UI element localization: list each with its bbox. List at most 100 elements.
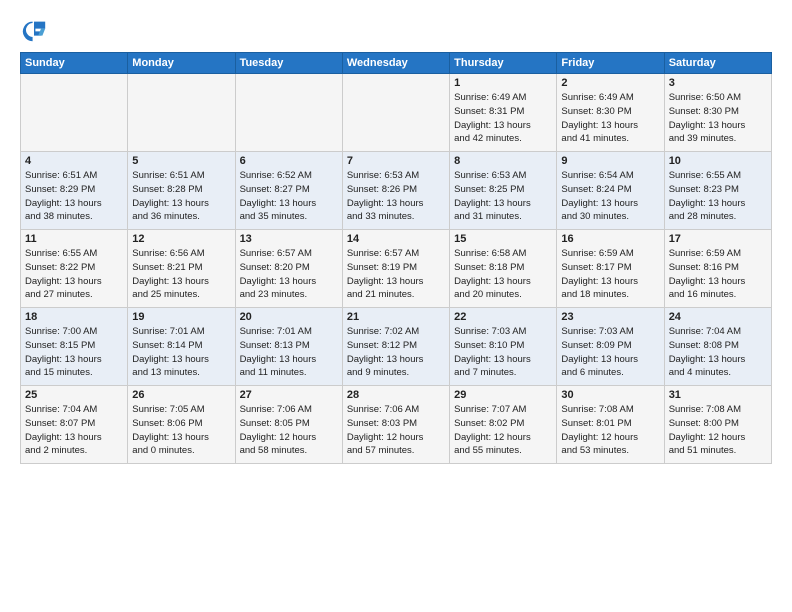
calendar-day-cell: 4 Sunrise: 6:51 AM Sunset: 8:29 PM Daylig… xyxy=(21,152,128,230)
day-number: 3 xyxy=(669,77,767,89)
calendar-day-cell: 6 Sunrise: 6:52 AM Sunset: 8:27 PM Daylig… xyxy=(235,152,342,230)
day-number: 6 xyxy=(240,155,338,167)
day-number: 29 xyxy=(454,389,552,401)
day-info: Sunrise: 7:08 AM Sunset: 8:01 PM Dayligh… xyxy=(561,403,659,458)
day-number: 4 xyxy=(25,155,123,167)
day-info: Sunrise: 7:07 AM Sunset: 8:02 PM Dayligh… xyxy=(454,403,552,458)
calendar-day-cell: 25Sunrise: 7:04 AM Sunset: 8:07 PM Dayli… xyxy=(21,386,128,464)
day-number: 22 xyxy=(454,311,552,323)
day-info: Sunrise: 7:04 AM Sunset: 8:08 PM Dayligh… xyxy=(669,325,767,380)
day-number: 17 xyxy=(669,233,767,245)
day-number: 24 xyxy=(669,311,767,323)
day-info: Sunrise: 6:55 AM Sunset: 8:23 PM Dayligh… xyxy=(669,169,767,224)
day-info: Sunrise: 7:05 AM Sunset: 8:06 PM Dayligh… xyxy=(132,403,230,458)
day-number: 26 xyxy=(132,389,230,401)
day-info: Sunrise: 7:06 AM Sunset: 8:03 PM Dayligh… xyxy=(347,403,445,458)
calendar-day-cell: 15 Sunrise: 6:58 AM Sunset: 8:18 PM Dayli… xyxy=(450,230,557,308)
calendar-week-row: 4 Sunrise: 6:51 AM Sunset: 8:29 PM Daylig… xyxy=(21,152,772,230)
calendar-day-cell: 10 Sunrise: 6:55 AM Sunset: 8:23 PM Dayli… xyxy=(664,152,771,230)
day-info: Sunrise: 7:00 AM Sunset: 8:15 PM Dayligh… xyxy=(25,325,123,380)
day-info: Sunrise: 6:56 AM Sunset: 8:21 PM Dayligh… xyxy=(132,247,230,302)
calendar-day-cell: 8Sunrise: 6:53 AM Sunset: 8:25 PM Daylig… xyxy=(450,152,557,230)
day-info: Sunrise: 6:55 AM Sunset: 8:22 PM Dayligh… xyxy=(25,247,123,302)
weekday-header: Tuesday xyxy=(235,53,342,74)
day-number: 31 xyxy=(669,389,767,401)
day-info: Sunrise: 6:57 AM Sunset: 8:19 PM Dayligh… xyxy=(347,247,445,302)
day-number: 28 xyxy=(347,389,445,401)
calendar-day-cell xyxy=(342,74,449,152)
calendar-day-cell: 13 Sunrise: 6:57 AM Sunset: 8:20 PM Dayli… xyxy=(235,230,342,308)
day-info: Sunrise: 6:49 AM Sunset: 8:31 PM Dayligh… xyxy=(454,91,552,146)
day-info: Sunrise: 6:59 AM Sunset: 8:16 PM Dayligh… xyxy=(669,247,767,302)
day-info: Sunrise: 7:06 AM Sunset: 8:05 PM Dayligh… xyxy=(240,403,338,458)
day-info: Sunrise: 6:51 AM Sunset: 8:29 PM Dayligh… xyxy=(25,169,123,224)
day-number: 1 xyxy=(454,77,552,89)
calendar-day-cell: 23 Sunrise: 7:03 AM Sunset: 8:09 PM Dayli… xyxy=(557,308,664,386)
weekday-header-row: SundayMondayTuesdayWednesdayThursdayFrid… xyxy=(21,53,772,74)
calendar-day-cell xyxy=(235,74,342,152)
calendar-day-cell: 18 Sunrise: 7:00 AM Sunset: 8:15 PM Dayli… xyxy=(21,308,128,386)
calendar-week-row: 1 Sunrise: 6:49 AM Sunset: 8:31 PM Daylig… xyxy=(21,74,772,152)
calendar-day-cell: 12Sunrise: 6:56 AM Sunset: 8:21 PM Dayli… xyxy=(128,230,235,308)
day-number: 2 xyxy=(561,77,659,89)
calendar-day-cell: 29 Sunrise: 7:07 AM Sunset: 8:02 PM Dayli… xyxy=(450,386,557,464)
day-number: 10 xyxy=(669,155,767,167)
calendar-day-cell: 28 Sunrise: 7:06 AM Sunset: 8:03 PM Dayli… xyxy=(342,386,449,464)
day-info: Sunrise: 6:53 AM Sunset: 8:26 PM Dayligh… xyxy=(347,169,445,224)
weekday-header: Monday xyxy=(128,53,235,74)
day-number: 20 xyxy=(240,311,338,323)
calendar-day-cell: 11 Sunrise: 6:55 AM Sunset: 8:22 PM Dayli… xyxy=(21,230,128,308)
day-number: 18 xyxy=(25,311,123,323)
calendar-day-cell: 22 Sunrise: 7:03 AM Sunset: 8:10 PM Dayli… xyxy=(450,308,557,386)
calendar-day-cell: 2 Sunrise: 6:49 AM Sunset: 8:30 PM Daylig… xyxy=(557,74,664,152)
calendar-day-cell: 31 Sunrise: 7:08 AM Sunset: 8:00 PM Dayli… xyxy=(664,386,771,464)
day-number: 23 xyxy=(561,311,659,323)
day-number: 11 xyxy=(25,233,123,245)
page: SundayMondayTuesdayWednesdayThursdayFrid… xyxy=(0,0,792,612)
day-info: Sunrise: 6:51 AM Sunset: 8:28 PM Dayligh… xyxy=(132,169,230,224)
weekday-header: Friday xyxy=(557,53,664,74)
weekday-header: Sunday xyxy=(21,53,128,74)
day-number: 27 xyxy=(240,389,338,401)
day-number: 14 xyxy=(347,233,445,245)
day-number: 9 xyxy=(561,155,659,167)
logo xyxy=(20,16,52,44)
day-number: 8 xyxy=(454,155,552,167)
day-info: Sunrise: 7:03 AM Sunset: 8:10 PM Dayligh… xyxy=(454,325,552,380)
calendar-day-cell: 30 Sunrise: 7:08 AM Sunset: 8:01 PM Dayli… xyxy=(557,386,664,464)
calendar-table: SundayMondayTuesdayWednesdayThursdayFrid… xyxy=(20,52,772,464)
calendar-day-cell: 24 Sunrise: 7:04 AM Sunset: 8:08 PM Dayli… xyxy=(664,308,771,386)
day-info: Sunrise: 6:54 AM Sunset: 8:24 PM Dayligh… xyxy=(561,169,659,224)
weekday-header: Thursday xyxy=(450,53,557,74)
day-info: Sunrise: 7:01 AM Sunset: 8:14 PM Dayligh… xyxy=(132,325,230,380)
calendar-day-cell: 20 Sunrise: 7:01 AM Sunset: 8:13 PM Dayli… xyxy=(235,308,342,386)
calendar-week-row: 11 Sunrise: 6:55 AM Sunset: 8:22 PM Dayli… xyxy=(21,230,772,308)
day-info: Sunrise: 6:58 AM Sunset: 8:18 PM Dayligh… xyxy=(454,247,552,302)
calendar-day-cell: 9 Sunrise: 6:54 AM Sunset: 8:24 PM Daylig… xyxy=(557,152,664,230)
day-info: Sunrise: 6:59 AM Sunset: 8:17 PM Dayligh… xyxy=(561,247,659,302)
calendar-day-cell: 5 Sunrise: 6:51 AM Sunset: 8:28 PM Daylig… xyxy=(128,152,235,230)
day-number: 7 xyxy=(347,155,445,167)
day-number: 13 xyxy=(240,233,338,245)
day-info: Sunrise: 7:08 AM Sunset: 8:00 PM Dayligh… xyxy=(669,403,767,458)
day-info: Sunrise: 6:49 AM Sunset: 8:30 PM Dayligh… xyxy=(561,91,659,146)
weekday-header: Saturday xyxy=(664,53,771,74)
day-number: 16 xyxy=(561,233,659,245)
day-info: Sunrise: 6:57 AM Sunset: 8:20 PM Dayligh… xyxy=(240,247,338,302)
calendar-day-cell: 3 Sunrise: 6:50 AM Sunset: 8:30 PM Daylig… xyxy=(664,74,771,152)
day-number: 21 xyxy=(347,311,445,323)
calendar-day-cell: 1 Sunrise: 6:49 AM Sunset: 8:31 PM Daylig… xyxy=(450,74,557,152)
weekday-header: Wednesday xyxy=(342,53,449,74)
calendar-day-cell: 21Sunrise: 7:02 AM Sunset: 8:12 PM Dayli… xyxy=(342,308,449,386)
day-number: 5 xyxy=(132,155,230,167)
day-info: Sunrise: 6:50 AM Sunset: 8:30 PM Dayligh… xyxy=(669,91,767,146)
calendar-day-cell: 14 Sunrise: 6:57 AM Sunset: 8:19 PM Dayli… xyxy=(342,230,449,308)
day-number: 15 xyxy=(454,233,552,245)
day-number: 30 xyxy=(561,389,659,401)
calendar-day-cell: 26 Sunrise: 7:05 AM Sunset: 8:06 PM Dayli… xyxy=(128,386,235,464)
day-info: Sunrise: 7:03 AM Sunset: 8:09 PM Dayligh… xyxy=(561,325,659,380)
day-info: Sunrise: 6:52 AM Sunset: 8:27 PM Dayligh… xyxy=(240,169,338,224)
calendar-week-row: 18 Sunrise: 7:00 AM Sunset: 8:15 PM Dayli… xyxy=(21,308,772,386)
day-info: Sunrise: 7:01 AM Sunset: 8:13 PM Dayligh… xyxy=(240,325,338,380)
logo-icon xyxy=(20,16,48,44)
